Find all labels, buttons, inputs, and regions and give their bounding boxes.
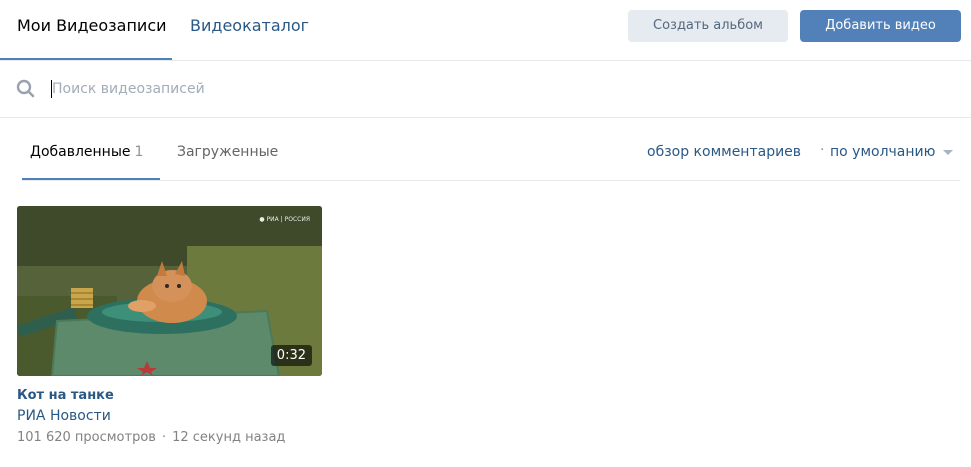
tab-uploaded[interactable]: Загруженные xyxy=(177,144,278,160)
meta-separator: · xyxy=(161,430,167,445)
video-duration-badge: 0:32 xyxy=(270,345,312,366)
top-navigation: Мои Видеозаписи Видеокаталог Создать аль… xyxy=(0,0,971,61)
video-thumbnail[interactable]: ● РИА | РОССИЯ 0:32 xyxy=(17,206,322,376)
video-time-ago: 12 секунд назад xyxy=(172,430,286,445)
sort-dropdown[interactable]: по умолчанию xyxy=(830,144,954,160)
search-input[interactable] xyxy=(52,77,932,101)
video-author[interactable]: РИА Новости xyxy=(17,408,322,424)
tab-added-count: 1 xyxy=(134,144,144,160)
tab-added-label: Добавленные xyxy=(30,144,131,160)
create-album-button[interactable]: Создать альбом xyxy=(628,10,788,42)
sort-dropdown-label: по умолчанию xyxy=(830,144,936,160)
video-meta: 101 620 просмотров · 12 секунд назад xyxy=(17,430,322,445)
tab-added[interactable]: Добавленные 1 xyxy=(30,144,143,160)
tab-video-catalog[interactable]: Видеокаталог xyxy=(190,16,309,35)
search-bar xyxy=(0,61,971,118)
video-views: 101 620 просмотров xyxy=(17,430,156,445)
comments-overview-link[interactable]: обзор комментариев xyxy=(647,144,801,160)
active-tab-indicator xyxy=(0,58,172,60)
search-icon xyxy=(16,79,36,99)
ria-novosti-logo: ● РИА | РОССИЯ xyxy=(259,216,310,223)
video-filter-tabs: Добавленные 1 Загруженные обзор комментар… xyxy=(22,117,960,181)
chevron-down-icon xyxy=(943,149,954,155)
tab-my-videos[interactable]: Мои Видеозаписи xyxy=(17,16,167,35)
active-subtab-indicator xyxy=(22,178,160,180)
separator-dot: · xyxy=(820,142,825,158)
video-title[interactable]: Кот на танке xyxy=(17,388,322,403)
video-card: ● РИА | РОССИЯ 0:32 Кот на танке РИА Нов… xyxy=(17,206,322,445)
add-video-button[interactable]: Добавить видео xyxy=(800,10,961,42)
